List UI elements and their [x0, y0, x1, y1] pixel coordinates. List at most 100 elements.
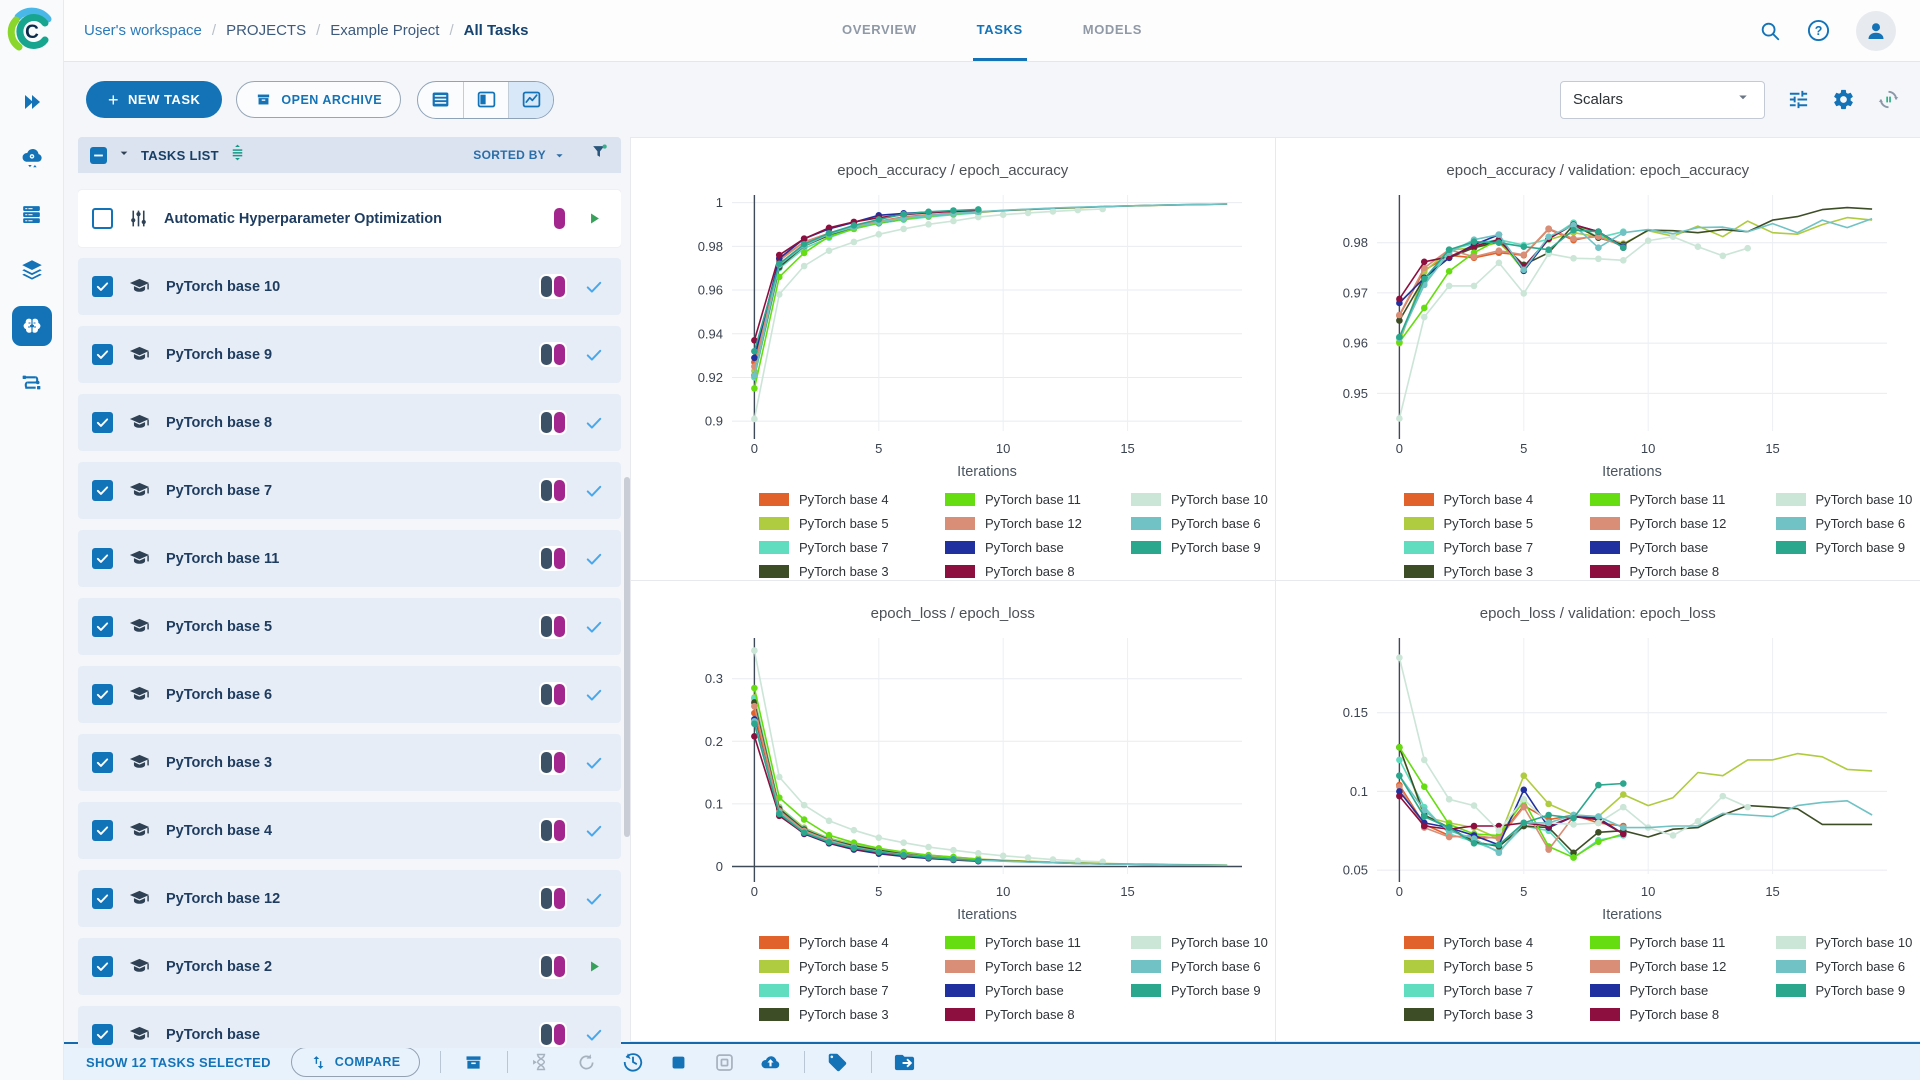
task-name[interactable]: PyTorch base: [166, 1027, 260, 1043]
task-checkbox[interactable]: [92, 684, 113, 705]
task-name[interactable]: PyTorch base 12: [166, 891, 280, 907]
task-row[interactable]: PyTorch base 3: [78, 734, 621, 791]
task-name[interactable]: Automatic Hyperparameter Optimization: [164, 211, 442, 227]
clearml-logo-icon[interactable]: C: [7, 6, 57, 56]
tune-settings-icon[interactable]: [1787, 88, 1810, 111]
legend-item[interactable]: PyTorch base 11: [945, 930, 1095, 954]
legend-item[interactable]: PyTorch base 7: [1403, 978, 1554, 1002]
legend-item[interactable]: PyTorch base 7: [759, 535, 909, 559]
breadcrumb-item[interactable]: All Tasks: [464, 22, 529, 39]
split-view-button[interactable]: [463, 81, 508, 118]
legend-item[interactable]: PyTorch base 12: [1589, 511, 1740, 535]
legend-item[interactable]: PyTorch base 12: [945, 954, 1095, 978]
task-row[interactable]: PyTorch base 7: [78, 462, 621, 519]
chart-view-button[interactable]: [508, 81, 554, 118]
metric-type-select[interactable]: Scalars: [1560, 80, 1765, 119]
legend-item[interactable]: PyTorch base 10: [1131, 487, 1275, 511]
show-selected-button[interactable]: SHOW 12 TASKS SELECTED: [86, 1055, 271, 1070]
legend-item[interactable]: PyTorch base 5: [1403, 511, 1554, 535]
task-row[interactable]: PyTorch base 12: [78, 870, 621, 927]
task-checkbox[interactable]: [92, 752, 113, 773]
task-name[interactable]: PyTorch base 10: [166, 279, 280, 295]
legend-item[interactable]: PyTorch base 6: [1131, 954, 1275, 978]
task-checkbox[interactable]: [92, 276, 113, 297]
task-name[interactable]: PyTorch base 7: [166, 483, 272, 499]
legend-item[interactable]: PyTorch base 9: [1775, 978, 1920, 1002]
task-checkbox[interactable]: [92, 480, 113, 501]
task-row[interactable]: PyTorch base 4: [78, 802, 621, 859]
task-row[interactable]: PyTorch base: [78, 1006, 621, 1048]
rail-item-datasets[interactable]: [4, 242, 60, 298]
legend-item[interactable]: PyTorch base 12: [1589, 954, 1740, 978]
task-checkbox[interactable]: [92, 820, 113, 841]
legend-item[interactable]: PyTorch base 4: [1403, 487, 1554, 511]
legend-item[interactable]: PyTorch base 6: [1775, 511, 1920, 535]
task-checkbox[interactable]: [92, 888, 113, 909]
tab-models[interactable]: MODELS: [1079, 0, 1146, 61]
task-name[interactable]: PyTorch base 9: [166, 347, 272, 363]
legend-item[interactable]: PyTorch base 7: [1403, 535, 1554, 559]
rail-item-workers-queues[interactable]: [4, 186, 60, 242]
task-checkbox[interactable]: [92, 412, 113, 433]
task-row[interactable]: PyTorch base 6: [78, 666, 621, 723]
publish-icon[interactable]: [758, 1051, 784, 1074]
legend-item[interactable]: PyTorch base 6: [1775, 954, 1920, 978]
rail-item-pipelines[interactable]: [4, 354, 60, 410]
filter-icon[interactable]: [590, 143, 609, 167]
row-density-icon[interactable]: [228, 143, 247, 167]
stop-icon[interactable]: [666, 1053, 692, 1072]
task-row[interactable]: PyTorch base 8: [78, 394, 621, 451]
compare-button[interactable]: COMPARE: [290, 1047, 420, 1077]
move-to-project-icon[interactable]: [892, 1051, 918, 1074]
legend-item[interactable]: PyTorch base 8: [945, 559, 1095, 580]
tab-overview[interactable]: OVERVIEW: [838, 0, 921, 61]
task-checkbox[interactable]: [92, 1024, 113, 1045]
legend-item[interactable]: PyTorch base: [945, 535, 1095, 559]
legend-item[interactable]: PyTorch base 10: [1775, 930, 1920, 954]
select-all-checkbox[interactable]: [90, 146, 107, 164]
legend-item[interactable]: PyTorch base 9: [1775, 535, 1920, 559]
task-row[interactable]: PyTorch base 9: [78, 326, 621, 383]
search-icon[interactable]: [1759, 20, 1781, 42]
legend-item[interactable]: PyTorch base: [945, 978, 1095, 1002]
legend-item[interactable]: PyTorch base 5: [759, 511, 909, 535]
chart-plot[interactable]: 0 0.1 0.2 0.3 0 5 10 15 Iterations: [637, 624, 1257, 924]
task-name[interactable]: PyTorch base 2: [166, 959, 272, 975]
legend-item[interactable]: PyTorch base 8: [1589, 559, 1740, 580]
open-archive-button[interactable]: OPEN ARCHIVE: [236, 81, 402, 118]
legend-item[interactable]: PyTorch base 4: [759, 487, 909, 511]
legend-item[interactable]: PyTorch base 3: [1403, 1002, 1554, 1026]
legend-item[interactable]: PyTorch base 11: [1589, 930, 1740, 954]
legend-item[interactable]: PyTorch base 4: [759, 930, 909, 954]
legend-item[interactable]: PyTorch base 12: [945, 511, 1095, 535]
rail-item-projects[interactable]: [4, 298, 60, 354]
task-name[interactable]: PyTorch base 5: [166, 619, 272, 635]
task-name[interactable]: PyTorch base 8: [166, 415, 272, 431]
legend-item[interactable]: PyTorch base 10: [1131, 930, 1275, 954]
tab-tasks[interactable]: TASKS: [972, 0, 1027, 61]
breadcrumb-item[interactable]: Example Project: [330, 22, 439, 39]
chart-plot[interactable]: 0.05 0.1 0.15 0 5 10 15 Iterations: [1282, 624, 1902, 924]
sorted-by-dropdown[interactable]: SORTED BY: [473, 148, 567, 163]
legend-item[interactable]: PyTorch base: [1589, 978, 1740, 1002]
history-icon[interactable]: [620, 1051, 646, 1073]
auto-refresh-icon[interactable]: [1877, 88, 1900, 111]
table-view-button[interactable]: [418, 82, 463, 118]
chart-plot[interactable]: 0.90.920.940.960.9810 5 10 15Iterations: [637, 181, 1257, 481]
task-row[interactable]: PyTorch base 10: [78, 258, 621, 315]
task-row[interactable]: Automatic Hyperparameter Optimization: [78, 190, 621, 247]
legend-item[interactable]: PyTorch base 9: [1131, 535, 1275, 559]
task-name[interactable]: PyTorch base 6: [166, 687, 272, 703]
chart-plot[interactable]: 0.95 0.96 0.97 0.98 0 5 10 15 Iterations: [1282, 181, 1902, 481]
gear-icon[interactable]: [1832, 88, 1855, 111]
legend-item[interactable]: PyTorch base 11: [945, 487, 1095, 511]
task-checkbox[interactable]: [92, 956, 113, 977]
legend-item[interactable]: PyTorch base 4: [1403, 930, 1554, 954]
task-checkbox[interactable]: [92, 616, 113, 637]
legend-item[interactable]: PyTorch base 11: [1589, 487, 1740, 511]
legend-item[interactable]: PyTorch base 5: [1403, 954, 1554, 978]
breadcrumb-item[interactable]: User's workspace: [84, 22, 202, 39]
task-name[interactable]: PyTorch base 4: [166, 823, 272, 839]
task-name[interactable]: PyTorch base 11: [166, 551, 279, 567]
help-icon[interactable]: ?: [1807, 19, 1830, 42]
